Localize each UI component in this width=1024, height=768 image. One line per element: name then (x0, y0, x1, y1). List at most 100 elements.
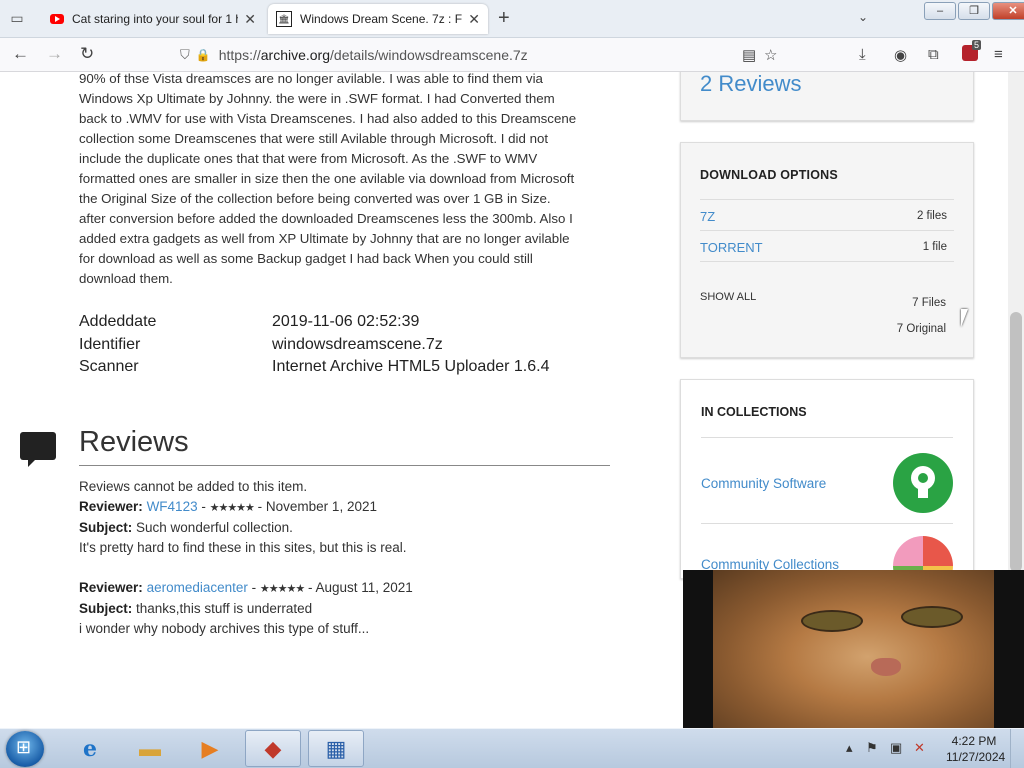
network-icon[interactable]: ▣ (890, 740, 902, 756)
show-hidden-icons-icon[interactable]: ▴ (846, 740, 853, 756)
lock-icon[interactable]: 🔒 (196, 48, 211, 62)
url-scheme: https:// (218, 47, 261, 63)
close-tab-icon[interactable]: ✕ (468, 11, 480, 28)
forward-icon[interactable]: → (46, 44, 63, 64)
action-center-flag-icon[interactable]: ⚑ (866, 740, 878, 756)
downloads-icon[interactable]: ⤓ (859, 46, 866, 63)
reviews-list: Reviews cannot be added to this item. Re… (79, 477, 639, 639)
window-controls: – ❐ ✕ (924, 2, 1024, 20)
reader-view-icon[interactable]: ▤ (742, 46, 756, 64)
divider (701, 523, 953, 524)
shield-icon[interactable]: ⛉ (180, 47, 190, 63)
description-line: include the duplicate ones that that wer… (79, 151, 538, 166)
media-player-icon[interactable]: ▶ (182, 730, 238, 767)
download-file-count: 1 file (922, 241, 947, 253)
show-all-link[interactable]: SHOW ALL (700, 291, 756, 303)
close-window-button[interactable]: ✕ (992, 2, 1024, 20)
metadata-value: Internet Archive HTML5 Uploader 1.6.4 (272, 358, 550, 375)
tab-title: Windows Dream Scene. 7z : Free (300, 12, 463, 26)
picture-in-picture-video[interactable] (683, 570, 1024, 728)
download-format-link[interactable]: 7Z (700, 209, 715, 224)
description-line: for download as well as some Backup gadg… (79, 251, 533, 266)
description-line: 90% of thse Vista dreamsces are no longe… (79, 72, 543, 86)
tab-bar: ▭ Cat staring into your soul for 1 h ✕ 🏛… (0, 0, 1024, 38)
reviews-count-link[interactable]: 2 Reviews (700, 72, 801, 97)
cat-eye (901, 606, 963, 628)
keyhole-inner (918, 473, 928, 483)
subject-label: Subject: (79, 520, 133, 535)
new-tab-button[interactable]: + (498, 8, 510, 28)
internet-explorer-icon[interactable]: e (62, 730, 118, 767)
close-tab-icon[interactable]: ✕ (244, 11, 256, 28)
metadata-row: Identifier windowsdreamscene.7z (79, 334, 639, 357)
review-body: i wonder why nobody archives this type o… (79, 621, 370, 636)
youtube-icon (50, 14, 64, 24)
description-line: added extra gadgets as well from XP Ulti… (79, 231, 570, 246)
description-line: collection some Dreamscenes that were st… (79, 131, 549, 146)
restore-button[interactable]: ❐ (958, 2, 990, 20)
start-button[interactable] (6, 731, 44, 767)
mouse-cursor-icon (961, 309, 975, 327)
tab-archive[interactable]: 🏛 Windows Dream Scene. 7z : Free ✕ (268, 4, 488, 34)
review-body: It's pretty hard to find these in this s… (79, 540, 407, 555)
item-description: 90% of thse Vista dreamsces are no longe… (79, 72, 614, 289)
star-rating: ★★★★★ (259, 583, 305, 595)
reviewer-link[interactable]: WF4123 (147, 499, 198, 514)
volume-muted-icon[interactable]: ✕ (914, 740, 925, 756)
firefox-taskbar-icon[interactable]: ◆ (245, 730, 301, 767)
bookmark-star-icon[interactable]: ☆ (764, 46, 777, 64)
metadata-value: 2019-11-06 02:52:39 (272, 313, 420, 330)
tab-list-icon[interactable]: ▭ (8, 10, 26, 26)
description-line: the Original Size of the collection befo… (79, 191, 551, 206)
divider (79, 465, 610, 466)
menu-icon[interactable]: ≡ (994, 46, 1003, 63)
open-source-keyhole-icon[interactable] (893, 453, 953, 513)
taskbar: e ▬ ▶ ◆ ▦ ▴ ⚑ ▣ ✕ 4:22 PM 11/27/2024 (0, 728, 1024, 768)
scrollbar-thumb[interactable] (1010, 312, 1022, 572)
description-line: formatted ones are smaller in size then … (79, 171, 575, 186)
speech-bubble-icon (20, 432, 56, 467)
original-count: 7 Original (896, 323, 946, 335)
clock-date: 11/27/2024 (946, 750, 1006, 764)
back-icon[interactable]: ← (12, 44, 29, 64)
download-row: TORRENT 1 file (700, 230, 954, 261)
files-count: 7 Files (912, 297, 946, 309)
review-subject-row: Subject: thanks,this stuff is underrated (79, 599, 639, 619)
collections-panel: IN COLLECTIONS Community Software Commun… (680, 379, 974, 596)
system-clock[interactable]: 4:22 PM 11/27/2024 (946, 733, 1006, 765)
download-format-link[interactable]: TORRENT (700, 240, 763, 255)
minimize-button[interactable]: – (924, 2, 956, 20)
tab-youtube[interactable]: Cat staring into your soul for 1 h ✕ (42, 4, 264, 34)
metadata-key: Scanner (79, 358, 139, 375)
cat-video-frame (713, 570, 994, 728)
ublock-icon[interactable]: 5 (962, 40, 982, 61)
review-header: Reviewer: aeromediacenter - ★★★★★ - Augu… (79, 580, 413, 595)
review-date: August 11, 2021 (315, 580, 413, 595)
description-line: download them. (79, 271, 173, 286)
reviewer-link[interactable]: aeromediacenter (147, 580, 248, 595)
extensions-icon[interactable]: ⧉ (928, 46, 939, 63)
account-icon[interactable]: ◉ (894, 46, 907, 64)
reload-icon[interactable]: ↻ (80, 44, 94, 64)
cat-eye (801, 610, 863, 632)
metadata-key: Addeddate (79, 313, 157, 330)
description-line: Windows Xp Ultimate by Johnny. the were … (79, 91, 555, 106)
navigation-bar: ← → ↻ ⛉ 🔒 https://archive.org/details/wi… (0, 38, 1024, 72)
extension-badge: 5 (972, 40, 982, 50)
file-explorer-icon[interactable]: ▬ (122, 730, 178, 767)
tab-title: Cat staring into your soul for 1 h (72, 12, 239, 26)
review-subject-row: Subject: Such wonderful collection. (79, 518, 639, 538)
reviewer-label: Reviewer: (79, 580, 143, 595)
archive-icon: 🏛 (276, 11, 292, 27)
reviews-count-panel: 2 Reviews (680, 72, 974, 121)
review-subject: Such wonderful collection. (136, 520, 293, 535)
show-desktop-button[interactable] (1010, 729, 1024, 768)
address-bar[interactable]: ⛉ 🔒 https://archive.org/details/windowsd… (172, 42, 792, 68)
collection-link[interactable]: Community Software (701, 476, 826, 491)
archive-tool-taskbar-icon[interactable]: ▦ (308, 730, 364, 767)
description-line: after conversion before added the downlo… (79, 211, 573, 226)
list-tabs-icon[interactable]: ⌄ (858, 10, 868, 24)
review-header: Reviewer: WF4123 - ★★★★★ - November 1, 2… (79, 499, 377, 514)
review-subject: thanks,this stuff is underrated (136, 601, 313, 616)
